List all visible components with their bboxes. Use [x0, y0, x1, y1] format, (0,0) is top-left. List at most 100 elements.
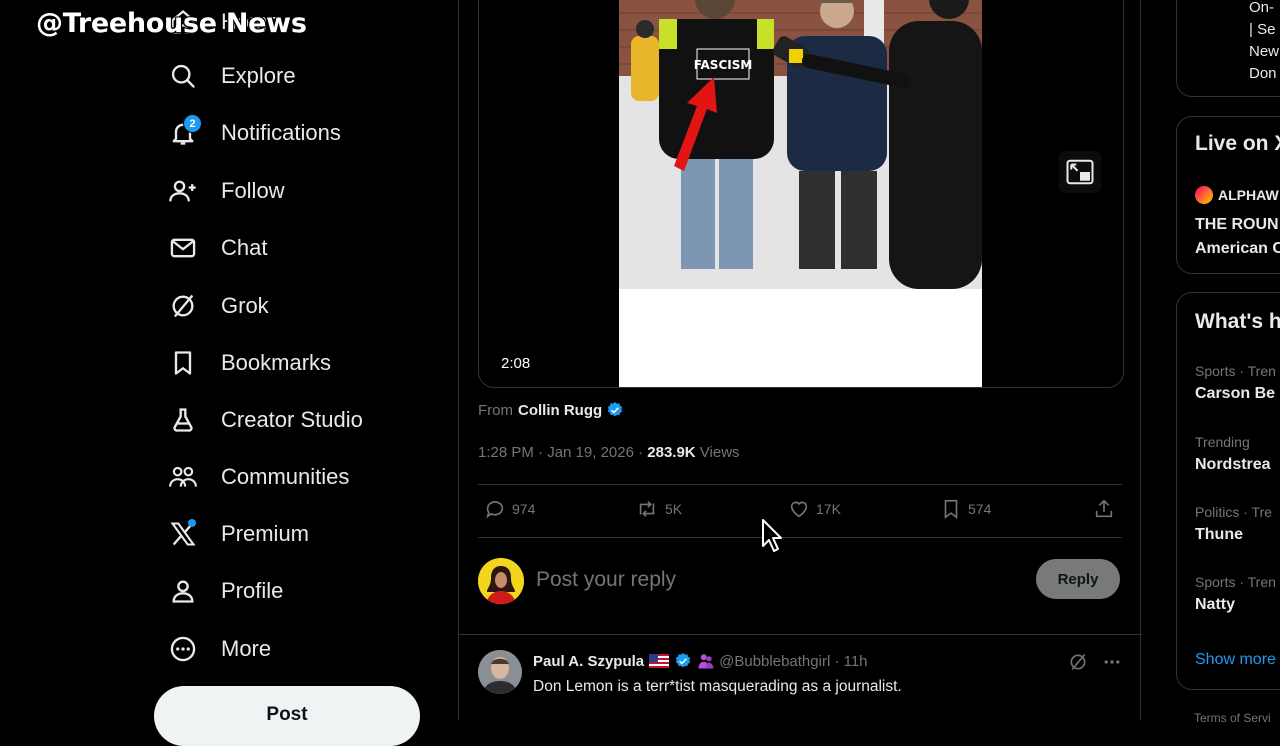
bookmark-count: 574 — [968, 501, 992, 517]
trend-item[interactable]: Trending Nordstrea — [1195, 434, 1271, 474]
reply-tweet-tools — [1068, 652, 1122, 672]
sidebar-item-notifications[interactable]: 2 Notifications — [168, 113, 341, 153]
trend-category: Sports · Tren — [1195, 574, 1276, 590]
heart-icon — [790, 501, 808, 518]
like-action[interactable]: 17K — [788, 498, 841, 520]
reply-count: 974 — [512, 501, 536, 517]
bell-icon: 2 — [168, 114, 202, 148]
picture-in-picture-button[interactable] — [1059, 151, 1101, 193]
people-icon — [168, 462, 198, 492]
sidebar-item-premium[interactable]: Premium — [168, 514, 309, 554]
pip-icon — [1066, 159, 1094, 185]
tweet-actions: 974 5K 17K 574 — [478, 498, 1122, 526]
premium-dot — [188, 519, 196, 527]
grok-icon — [168, 291, 198, 321]
repost-icon — [639, 501, 655, 517]
search-icon — [168, 61, 198, 91]
x-logo-icon — [168, 519, 198, 549]
live-on-x-card: Live on X ALPHAW THE ROUN American C — [1176, 116, 1280, 274]
reply-button[interactable]: Reply — [1036, 559, 1120, 599]
trend-topic: Thune — [1195, 526, 1243, 543]
sidebar-item-more[interactable]: More — [168, 629, 271, 669]
bookmark-action[interactable]: 574 — [940, 498, 991, 520]
verified-badge-icon — [608, 402, 623, 417]
author-handle[interactable]: @Bubblebathgirl · 11h — [719, 653, 867, 670]
person-add-icon — [168, 176, 198, 206]
sidebar-item-grok[interactable]: Grok — [168, 286, 269, 326]
sidebar-item-label: More — [221, 636, 272, 661]
bookmark-icon — [944, 499, 958, 519]
reply-tweet-header: Paul A. Szypula @Bubblebathgirl · 11h — [533, 652, 868, 670]
live-line[interactable]: American C — [1195, 240, 1280, 258]
sidebar-item-label: Follow — [221, 178, 285, 203]
sidebar-item-communities[interactable]: Communities — [168, 457, 349, 497]
footer-link[interactable]: Terms of Servi — [1194, 711, 1271, 725]
sidebar-item-label: Profile — [221, 578, 284, 603]
share-icon — [1095, 499, 1113, 518]
tweet-meta: 1:28 PM · Jan 19, 2026 · 283.9K Views — [478, 444, 740, 461]
notification-badge: 2 — [183, 114, 202, 133]
trend-item[interactable]: Sports · Tren Carson Be — [1195, 363, 1276, 403]
sidebar-item-label: Creator Studio — [221, 407, 363, 432]
show-more-link[interactable]: Show more — [1195, 651, 1276, 669]
verified-badge-icon — [674, 652, 692, 670]
sidebar-item-label: Explore — [221, 63, 296, 88]
avatar[interactable] — [478, 558, 524, 604]
channel-watermark: @Treehouse News — [36, 8, 307, 39]
repost-action[interactable]: 5K — [635, 498, 682, 520]
sidebar-item-label: Grok — [221, 293, 269, 318]
author-name[interactable]: Paul A. Szypula — [533, 653, 644, 670]
trend-topic: Nordstrea — [1195, 456, 1271, 473]
share-action[interactable] — [1093, 498, 1115, 520]
trend-category: Sports · Tren — [1195, 363, 1276, 379]
envelope-icon — [168, 233, 198, 263]
sidebar-item-chat[interactable]: Chat — [168, 228, 267, 268]
divider — [478, 484, 1122, 485]
more-circle-icon — [168, 634, 198, 664]
flask-icon — [168, 405, 198, 435]
sidebar-item-creator-studio[interactable]: Creator Studio — [168, 400, 363, 440]
sidebar-item-explore[interactable]: Explore — [168, 56, 296, 96]
video-frame[interactable]: FASCISM — [619, 0, 982, 289]
sidebar-item-profile[interactable]: Profile — [168, 571, 283, 611]
repost-count: 5K — [665, 501, 683, 517]
sidebar-item-bookmarks[interactable]: Bookmarks — [168, 343, 331, 383]
live-line[interactable]: THE ROUN — [1195, 216, 1279, 234]
reply-input[interactable]: Post your reply — [536, 568, 676, 592]
from-label: From — [478, 401, 513, 419]
sidebar-item-follow[interactable]: Follow — [168, 171, 285, 211]
post-button[interactable]: Post — [154, 686, 420, 746]
bookmark-icon — [168, 348, 198, 378]
reply-icon — [486, 501, 504, 519]
divider — [459, 634, 1142, 635]
live-title: Live on X — [1195, 132, 1280, 155]
grok-icon[interactable] — [1068, 652, 1088, 672]
trend-category: Trending — [1195, 434, 1250, 450]
us-flag-icon — [649, 654, 670, 668]
news-card[interactable]: On- | Se New Don — [1176, 0, 1280, 97]
trend-category: Politics · Tre — [1195, 504, 1273, 520]
shirt-text: FASCISM — [694, 58, 753, 72]
whats-happening-card: What's happening Sports · Tren Carson Be… — [1176, 292, 1280, 690]
reply-action[interactable]: 974 — [484, 498, 535, 520]
mouse-cursor-icon — [761, 518, 783, 554]
trend-topic: Carson Be — [1195, 385, 1276, 402]
main-timeline: FASCISM 2:08 From Collin Rugg 1:28 PM · … — [458, 0, 1142, 720]
video-source: From Collin Rugg — [478, 401, 624, 419]
trends-title: What's happening — [1195, 310, 1280, 333]
trend-item[interactable]: Sports · Tren Natty — [1195, 574, 1276, 614]
reply-tweet-text: Don Lemon is a terr*tist masquerading as… — [533, 678, 902, 695]
sidebar-item-label: Premium — [221, 521, 310, 546]
views-count: 283.9K — [647, 444, 696, 461]
video-player[interactable]: FASCISM 2:08 — [478, 0, 1124, 388]
sidebar-item-label: Notifications — [221, 120, 341, 145]
persons-emoji-icon — [697, 652, 715, 670]
trend-topic: Natty — [1195, 596, 1236, 613]
from-author-link[interactable]: Collin Rugg — [518, 402, 602, 419]
video-letterbox — [619, 289, 982, 387]
live-host[interactable]: ALPHAW — [1218, 187, 1279, 203]
avatar[interactable] — [478, 650, 522, 694]
more-dots-icon[interactable] — [1102, 652, 1122, 672]
trend-item[interactable]: Politics · Tre Thune — [1195, 504, 1272, 544]
tweet-timestamp[interactable]: 1:28 PM · Jan 19, 2026 · — [478, 444, 647, 461]
